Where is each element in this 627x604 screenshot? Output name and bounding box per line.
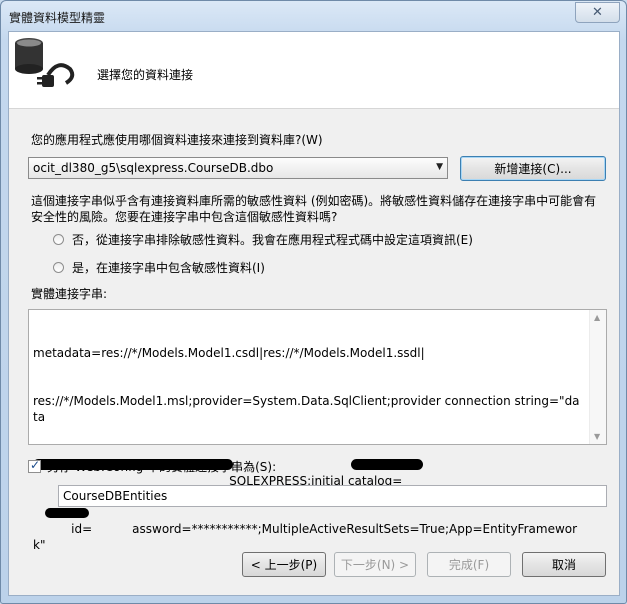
entity-connection-label: 實體連接字串:	[31, 287, 108, 301]
save-webconfig-option[interactable]: ✓ 另存 Web.Config 中的實體連接字串為(S):	[28, 458, 276, 475]
radio-include-sensitive[interactable]: 是，在連接字串中包含敏感性資料(I)	[53, 259, 265, 276]
window-title: 實體資料模型精靈	[9, 11, 106, 25]
connection-line-1: metadata=res://*/Models.Model1.csdl|res:…	[33, 346, 425, 360]
close-icon: ✕	[592, 5, 603, 20]
close-button[interactable]: ✕	[575, 2, 620, 23]
radio-button-icon[interactable]	[53, 234, 64, 245]
next-label: 下一步(N) >	[340, 558, 410, 572]
save-webconfig-label: 另存 Web.Config 中的實體連接字串為(S):	[47, 460, 277, 474]
next-button[interactable]: 下一步(N) >	[334, 552, 416, 577]
vertical-scrollbar[interactable]: ▲ ▼	[589, 310, 606, 444]
finish-button[interactable]: 完成(F)	[427, 552, 511, 577]
connection-question: 您的應用程式應使用哪個資料連接來連接到資料庫?(W)	[31, 133, 323, 147]
connection-line-4: id= assword=***********;MultipleActiveRes…	[33, 505, 583, 552]
new-connection-label: 新增連接(C)...	[494, 162, 572, 176]
title-bar: 實體資料模型精靈 ✕	[1, 1, 626, 31]
connection-selected-value: ocit_dl380_g5\sqlexpress.CourseDB.dbo	[33, 161, 274, 175]
wizard-window: 實體資料模型精靈 ✕ 選擇您的資料連接 您的應用程式應使用哪個資料連接來連接到資…	[0, 0, 627, 604]
finish-label: 完成(F)	[448, 558, 490, 572]
entity-name-value: CourseDBEntities	[63, 489, 168, 503]
connection-line-4-suffix: assword=***********;MultipleActiveResult…	[33, 522, 578, 552]
redaction-mark	[351, 459, 423, 470]
new-connection-button[interactable]: 新增連接(C)...	[460, 156, 606, 181]
back-button[interactable]: < 上一步(P)	[242, 552, 326, 577]
cancel-button[interactable]: 取消	[522, 552, 606, 577]
sensitive-data-message: 這個連接字串似乎含有連接資料庫所需的敏感性資料 (例如密碼)。將敏感性資料儲存在…	[31, 194, 597, 224]
radio-exclude-label: 否，從連接字串排除敏感性資料。我會在應用程式程式碼中設定這項資訊(E)	[72, 233, 473, 247]
wizard-header: 選擇您的資料連接	[9, 32, 619, 109]
radio-include-label: 是，在連接字串中包含敏感性資料(I)	[72, 261, 265, 275]
cancel-label: 取消	[551, 558, 576, 572]
scroll-down-icon[interactable]: ▼	[594, 432, 600, 441]
page-title: 選擇您的資料連接	[97, 68, 194, 82]
save-webconfig-checkbox[interactable]: ✓	[28, 458, 41, 473]
entity-name-input[interactable]: CourseDBEntities	[58, 485, 607, 507]
connection-dropdown[interactable]: ocit_dl380_g5\sqlexpress.CourseDB.dbo ▼	[28, 157, 448, 179]
entity-connection-textbox[interactable]: metadata=res://*/Models.Model1.csdl|res:…	[28, 309, 607, 552]
entity-connection-text: metadata=res://*/Models.Model1.csdl|res:…	[33, 313, 583, 553]
connection-line-4-prefix: id=	[71, 522, 93, 536]
connection-line-2: res://*/Models.Model1.msl;provider=Syste…	[33, 394, 580, 424]
database-plug-icon	[15, 38, 75, 87]
scroll-up-icon[interactable]: ▲	[594, 313, 600, 322]
dialog-body: 選擇您的資料連接 您的應用程式應使用哪個資料連接來連接到資料庫?(W) ocit…	[8, 31, 620, 596]
redaction-mark	[45, 508, 89, 518]
radio-button-icon[interactable]	[53, 262, 64, 273]
back-label: < 上一步(P)	[250, 558, 318, 572]
chevron-down-icon: ▼	[436, 162, 443, 172]
radio-exclude-sensitive[interactable]: 否，從連接字串排除敏感性資料。我會在應用程式程式碼中設定這項資訊(E)	[53, 231, 473, 248]
checkmark-icon: ✓	[30, 458, 41, 472]
